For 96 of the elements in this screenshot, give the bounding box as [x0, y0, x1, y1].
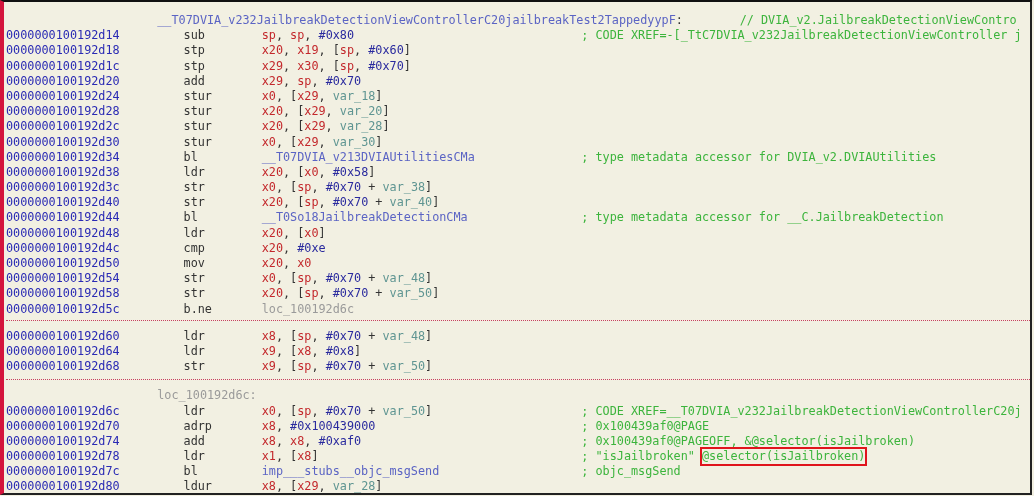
address: 0000000100192d78 [6, 449, 121, 465]
address: 0000000100192d68 [6, 359, 121, 375]
code-comment: ; CODE XREF=-[_TtC7DVIA_v232JailbreakDetectionViewController j [581, 28, 1022, 44]
address: 0000000100192d1c [6, 58, 121, 74]
mnemonic: str [183, 271, 206, 287]
operands: imp___stubs__objc_msgSend [261, 464, 441, 480]
operands: x20, [sp, #0x70 + var_40] [261, 195, 441, 211]
mnemonic: stur [183, 119, 213, 135]
address: 0000000100192d64 [6, 343, 121, 360]
address: 0000000100192d40 [6, 195, 121, 211]
address: 0000000100192d44 [6, 210, 121, 226]
mnemonic: ldr [183, 328, 206, 344]
operands: x20, [sp, #0x70 + var_50] [261, 286, 441, 302]
address: 0000000100192d5c [6, 301, 121, 317]
operands: x8, x8, #0xaf0 [261, 433, 363, 450]
address: 0000000100192d30 [6, 134, 121, 150]
operands: x9, [sp, #0x70 + var_50] [261, 359, 434, 375]
operands: x20, [x0] [261, 225, 327, 241]
highlighted-comment: @selector(isJailbroken) [702, 449, 866, 465]
address: 0000000100192d80 [6, 479, 121, 493]
address: 0000000100192d28 [6, 104, 121, 120]
mnemonic: adrp [183, 418, 213, 434]
operands: __T07DVIA_v213DVIAUtilitiesCMa [261, 149, 476, 165]
operands: x20, [x0, #0x58] [261, 164, 377, 181]
mnemonic: ldr [183, 403, 206, 419]
code-comment: ; objc_msgSend [581, 464, 681, 480]
mnemonic: ldr [183, 343, 206, 360]
mnemonic: stur [183, 134, 213, 150]
address: 0000000100192d3c [6, 180, 121, 196]
code-comment: ; 0x100439af0@PAGE [581, 418, 710, 434]
mnemonic: bl [183, 210, 199, 226]
operands: x0, [sp, #0x70 + var_38] [261, 180, 434, 196]
address: 0000000100192d7c [6, 464, 121, 480]
mnemonic: ldr [183, 225, 206, 241]
code-comment: ; type metadata accessor for __C.JailbreakDetection [581, 210, 944, 226]
address: 0000000100192d38 [6, 164, 121, 181]
address: 0000000100192d58 [6, 286, 121, 302]
code-label: loc_100192d6c: [157, 388, 257, 404]
address: 0000000100192d48 [6, 225, 121, 241]
mnemonic: str [183, 195, 206, 211]
address: 0000000100192d18 [6, 43, 121, 59]
code-comment: // DVIA_v2.JailbreakDetectionViewContro [739, 13, 1017, 29]
operands: x20, #0xe [261, 240, 327, 256]
mnemonic: str [183, 359, 206, 375]
address: 0000000100192d6c [6, 403, 121, 419]
address: 0000000100192d54 [6, 271, 121, 287]
address: 0000000100192d24 [6, 88, 121, 105]
code-comment: ; "isJailbroken" [581, 449, 695, 465]
address: 0000000100192d2c [6, 119, 121, 135]
operands: x0, [x29, var_18] [261, 88, 384, 105]
mnemonic: mov [183, 256, 206, 272]
mnemonic: ldr [183, 164, 206, 181]
address: 0000000100192d50 [6, 256, 121, 272]
mnemonic: bl [183, 464, 199, 480]
code-comment: ; type metadata accessor for DVIA_v2.DVIAUtilities [581, 149, 937, 165]
operands: x0, [x29, var_30] [261, 134, 384, 150]
address: 0000000100192d34 [6, 149, 121, 165]
operands: x8, [sp, #0x70 + var_48] [261, 328, 434, 344]
mnemonic: stur [183, 104, 213, 120]
operands: x1, [x8] [261, 449, 320, 465]
mnemonic: add [183, 73, 206, 89]
mnemonic: ldr [183, 449, 206, 465]
mnemonic: str [183, 180, 206, 196]
code-label: __T07DVIA_v232JailbreakDetectionViewControllerC20jailbreakTest2TappedyypF: [157, 13, 683, 29]
operands: __T0So18JailbreakDetectionCMa [261, 210, 469, 226]
operands: x9, [x8, #0x8] [261, 343, 363, 360]
operands: x0, [sp, #0x70 + var_50] [261, 403, 434, 419]
code-comment: ; 0x100439af0@PAGEOFF, &@selector(isJailbroken) [581, 433, 916, 450]
mnemonic: stp [183, 58, 206, 74]
mnemonic: sub [183, 28, 206, 44]
operands: x20, [x29, var_20] [261, 104, 391, 120]
operands: x20, [x29, var_28] [261, 119, 391, 135]
operands: loc_100192d6c [261, 301, 355, 317]
mnemonic: b.ne [183, 301, 213, 317]
address: 0000000100192d4c [6, 240, 121, 256]
operands: sp, sp, #0x80 [261, 28, 356, 44]
operands: x29, sp, #0x70 [261, 73, 363, 89]
mnemonic: stur [183, 88, 213, 105]
operands: x20, x19, [sp, #0x60] [261, 43, 412, 59]
mnemonic: bl [183, 149, 199, 165]
address: 0000000100192d60 [6, 328, 121, 344]
address: 0000000100192d14 [6, 28, 121, 44]
address: 0000000100192d70 [6, 418, 121, 434]
mnemonic: cmp [183, 240, 206, 256]
mnemonic: add [183, 433, 206, 450]
operands: x20, x0 [261, 256, 313, 272]
mnemonic: ldur [183, 479, 213, 493]
address: 0000000100192d74 [6, 433, 121, 450]
operands: x0, [sp, #0x70 + var_48] [261, 271, 434, 287]
address: 0000000100192d20 [6, 73, 121, 89]
code-comment: ; CODE XREF=__T07DVIA_v232JailbreakDetectionViewControllerC20j [581, 403, 1022, 419]
operands: x8, #0x100439000 [261, 418, 377, 434]
operands: x29, x30, [sp, #0x70] [261, 58, 412, 74]
mnemonic: stp [183, 43, 206, 59]
mnemonic: str [183, 286, 206, 302]
operands: x8, [x29, var_28] [261, 479, 384, 493]
